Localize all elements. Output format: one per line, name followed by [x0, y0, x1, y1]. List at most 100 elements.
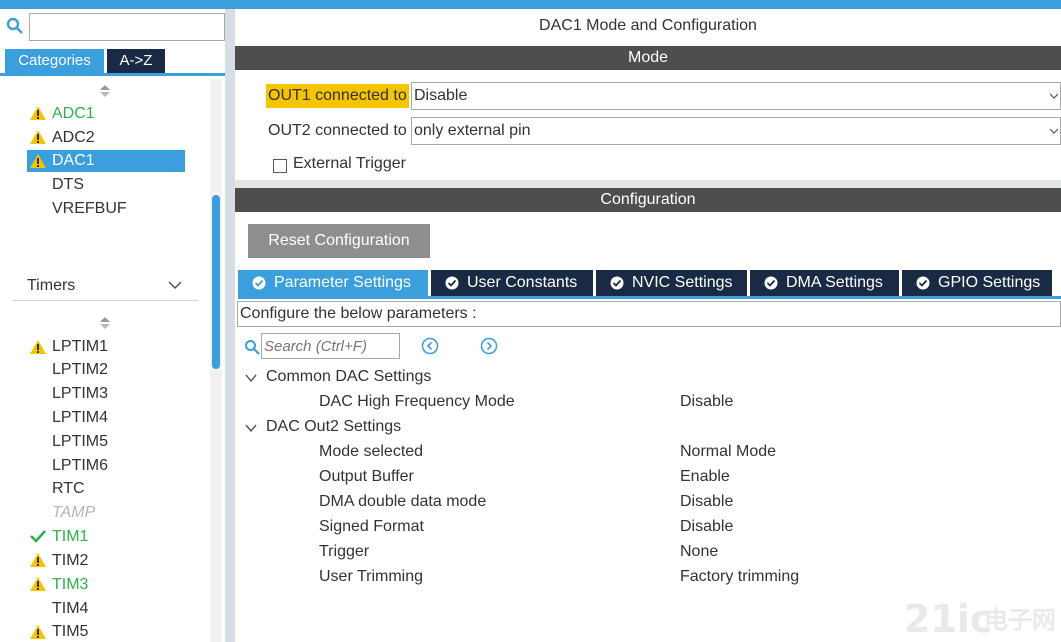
check-circle-icon [764, 276, 778, 290]
left-panel: Categories A->Z ADC1 ADC2 DAC1 DTS VREFB… [0, 9, 225, 642]
out2-select[interactable]: only external pin [411, 117, 1061, 145]
tab-a-z[interactable]: A->Z [107, 49, 165, 73]
panel-splitter[interactable] [225, 9, 235, 642]
site-watermark-logo: 21ic 电子网 [904, 597, 1054, 638]
param-value[interactable]: Enable [680, 468, 730, 486]
sidebar-item-lptim4[interactable]: LPTIM4 [52, 407, 108, 429]
tab-label: NVIC Settings [632, 274, 733, 291]
sidebar-item-rtc[interactable]: RTC [52, 478, 85, 500]
category-timers[interactable]: Timers [27, 277, 75, 295]
param-name: Signed Format [319, 518, 424, 535]
sidebar-item-vrefbuf[interactable]: VREFBUF [52, 198, 127, 220]
left-tabs: Categories A->Z [0, 48, 225, 76]
warning-icon [30, 154, 46, 168]
sidebar-item-lptim1[interactable]: LPTIM1 [52, 336, 108, 358]
out1-label: OUT1 connected to [266, 84, 409, 108]
param-name: User Trimming [319, 568, 424, 585]
param-name: Output Buffer [319, 468, 414, 485]
tab-user-constants[interactable]: User Constants [431, 270, 593, 296]
tab-dma-settings[interactable]: DMA Settings [750, 270, 899, 296]
svg-text:21ic: 21ic [904, 597, 992, 638]
warning-icon [30, 625, 46, 639]
param-value[interactable]: Factory trimming [680, 568, 799, 586]
warning-icon [30, 130, 46, 144]
group-dac-out2-settings[interactable]: DAC Out2 Settings [266, 418, 401, 436]
scroll-up-down-icon[interactable] [99, 84, 111, 98]
external-trigger-checkbox[interactable] [273, 159, 287, 173]
warning-icon [30, 553, 46, 567]
tab-categories[interactable]: Categories [5, 49, 104, 73]
group-common-dac-settings[interactable]: Common DAC Settings [266, 368, 431, 386]
left-search-row [0, 11, 225, 43]
sidebar-item-tim4[interactable]: TIM4 [52, 598, 88, 620]
param-name: DAC High Frequency Mode [319, 393, 515, 410]
main-panel: DAC1 Mode and Configuration Mode OUT1 co… [235, 9, 1061, 642]
external-trigger-label: External Trigger [293, 155, 406, 172]
search-icon [6, 17, 23, 34]
search-icon [245, 340, 260, 355]
param-value[interactable]: None [680, 543, 718, 561]
out2-select-value: only external pin [414, 122, 531, 139]
tab-nvic-settings[interactable]: NVIC Settings [596, 270, 747, 296]
left-search-input[interactable] [29, 13, 225, 41]
next-result-icon[interactable] [480, 337, 498, 355]
sidebar-item-lptim2[interactable]: LPTIM2 [52, 359, 108, 381]
out2-label: OUT2 connected to [268, 122, 407, 139]
param-value[interactable]: Normal Mode [680, 443, 776, 461]
chevron-down-icon [1050, 93, 1058, 99]
sidebar-item-dts[interactable]: DTS [52, 174, 84, 196]
sidebar-item-tim1[interactable]: TIM1 [52, 526, 88, 548]
param-value[interactable]: Disable [680, 518, 733, 536]
sidebar-item-tamp[interactable]: TAMP [52, 502, 95, 524]
mode-section-header: Mode [235, 46, 1061, 70]
sidebar-item-dac1[interactable]: DAC1 [52, 150, 95, 172]
out1-select-value: Disable [414, 87, 468, 104]
sidebar-item-lptim3[interactable]: LPTIM3 [52, 383, 108, 405]
check-circle-icon [252, 276, 266, 290]
section-divider [235, 180, 1061, 188]
sidebar-item-tim5[interactable]: TIM5 [52, 621, 88, 642]
reset-configuration-button[interactable]: Reset Configuration [248, 224, 430, 258]
chevron-down-icon [1050, 128, 1058, 134]
out1-select[interactable]: Disable [411, 82, 1061, 110]
scroll-up-down-icon[interactable] [99, 316, 111, 330]
page-title: DAC1 Mode and Configuration [539, 17, 757, 34]
tab-label: DMA Settings [786, 274, 883, 291]
check-circle-icon [916, 276, 930, 290]
parameter-search-input[interactable] [261, 333, 400, 359]
warning-icon [30, 577, 46, 591]
tabs-underline [238, 296, 1061, 299]
tab-label: Parameter Settings [274, 274, 411, 291]
warning-icon [30, 106, 46, 120]
tab-label: GPIO Settings [938, 274, 1041, 291]
warning-icon [30, 340, 46, 354]
chevron-down-icon[interactable] [168, 279, 182, 291]
param-name: DMA double data mode [319, 493, 487, 510]
chevron-down-icon[interactable] [245, 423, 257, 433]
divider [12, 300, 198, 301]
sidebar-item-tim3[interactable]: TIM3 [52, 574, 88, 596]
param-value[interactable]: Disable [680, 493, 733, 511]
check-circle-icon [610, 276, 624, 290]
check-circle-icon [445, 276, 459, 290]
tab-gpio-settings[interactable]: GPIO Settings [902, 270, 1052, 296]
tab-parameter-settings[interactable]: Parameter Settings [238, 270, 428, 296]
top-accent-bar [0, 0, 1061, 9]
configuration-section-header: Configuration [235, 188, 1061, 212]
param-name: Trigger [319, 543, 370, 560]
param-name: Mode selected [319, 443, 424, 460]
sidebar-item-lptim5[interactable]: LPTIM5 [52, 431, 108, 453]
sidebar-item-lptim6[interactable]: LPTIM6 [52, 455, 108, 477]
sidebar-item-adc2[interactable]: ADC2 [52, 127, 95, 149]
sidebar-item-tim2[interactable]: TIM2 [52, 550, 88, 572]
param-value[interactable]: Disable [680, 393, 733, 411]
tab-label: User Constants [467, 274, 578, 291]
selected-item-highlight [27, 150, 185, 172]
svg-text:电子网: 电子网 [984, 606, 1054, 634]
left-scrollbar-thumb[interactable] [212, 195, 220, 369]
chevron-down-icon[interactable] [245, 373, 257, 383]
check-icon [30, 530, 46, 543]
sidebar-item-adc1[interactable]: ADC1 [52, 103, 95, 125]
parameter-tabs: Parameter Settings User Constants NVIC S… [238, 270, 1061, 296]
previous-result-icon[interactable] [421, 337, 439, 355]
